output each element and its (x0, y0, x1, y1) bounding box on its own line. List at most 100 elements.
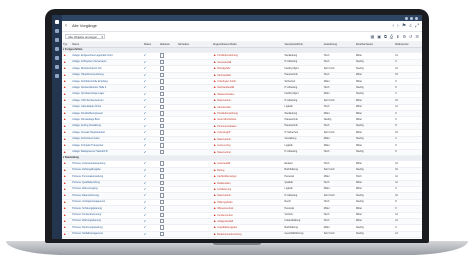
checkbox-icon[interactable] (159, 79, 165, 84)
checkbox-icon[interactable] (159, 225, 165, 230)
risk-label: Stromausfall (217, 73, 231, 77)
checkbox-icon[interactable] (159, 143, 165, 148)
risk-label: Brandgefahr (217, 67, 231, 71)
app-screen: ‹ Alle Vorgänge ‹ › ⚑ ⌕ ⤢ Alle Objekte anzei… (52, 15, 422, 239)
next-icon[interactable]: › (397, 21, 399, 31)
checkbox-icon[interactable] (159, 199, 165, 205)
back-arrow-icon[interactable]: ‹ (65, 21, 67, 31)
home-icon[interactable] (55, 20, 59, 24)
close-icon[interactable] (415, 16, 418, 20)
warning-icon: ▲ (63, 98, 67, 103)
risk-label: Cyberangriff (217, 131, 231, 135)
menu-icon[interactable]: ☰ (415, 33, 419, 40)
risk-label: Datenverlust (217, 137, 231, 141)
settings-icon[interactable]: ⚙ (402, 33, 406, 40)
check-icon: ✔ (143, 59, 147, 64)
checkbox-icon[interactable] (159, 219, 165, 224)
header-toolbar: ‹ › ⚑ ⌕ ⤢ (392, 21, 419, 31)
expand-icon[interactable]: ⤢ (415, 21, 419, 31)
risk-label: Betrug (217, 168, 225, 172)
checkbox-icon[interactable] (159, 59, 165, 65)
check-icon: ✔ (143, 180, 147, 185)
name-cell[interactable]: Prozess: Notfallmanagement (71, 231, 143, 239)
check-icon: ✔ (143, 72, 147, 77)
checkbox-icon[interactable] (159, 212, 165, 218)
copy-icon[interactable]: ⧉ (384, 33, 387, 40)
user-icon[interactable] (55, 56, 59, 60)
warning-icon: ▲ (63, 231, 67, 236)
export-icon[interactable]: ⬇ (396, 33, 399, 40)
search-icon[interactable]: ⌕ (409, 21, 412, 31)
risk-label: Reklamation (217, 181, 231, 185)
print-icon[interactable]: ⎙ (390, 33, 393, 40)
grid-view-icon[interactable]: ▦ (370, 33, 374, 40)
check-icon: ✔ (143, 161, 147, 166)
check-icon: ✔ (143, 212, 147, 217)
risk-label: Datenverlust (217, 99, 231, 103)
check-icon: ✔ (143, 123, 147, 128)
view-filter-select[interactable]: Alle Objekte anzeigen ▾ (65, 33, 105, 39)
checkbox-icon[interactable] (159, 104, 165, 110)
list-icon[interactable] (55, 29, 59, 33)
checkbox-icon[interactable] (159, 66, 165, 71)
checkbox-icon[interactable] (159, 161, 165, 166)
risk-label: Lieferausfall (217, 162, 231, 166)
risk-label: Unbefugter Zutritt (217, 80, 236, 84)
owner-cell: Geschäftsführung (283, 231, 323, 239)
checkbox-icon[interactable] (159, 193, 165, 198)
checkbox-icon[interactable] (159, 206, 165, 211)
minimize-icon[interactable] (405, 16, 408, 20)
checkbox-icon[interactable] (159, 91, 165, 97)
checkbox-icon[interactable] (159, 130, 165, 135)
check-icon: ✔ (143, 53, 147, 58)
prev-icon[interactable]: ‹ (392, 21, 394, 31)
checkbox-icon[interactable] (159, 180, 165, 185)
checkbox-icon[interactable] (159, 149, 165, 154)
checkbox-icon[interactable] (159, 167, 165, 173)
check-icon: ✔ (143, 91, 147, 96)
risk-table: Typ Name Status Aktionen Einheiten Zugeordnet… (62, 42, 422, 239)
risk-label: Kundenverlust (217, 213, 233, 217)
check-icon: ✔ (143, 193, 147, 198)
checkbox-icon[interactable] (159, 111, 165, 116)
settings-icon[interactable] (55, 65, 59, 69)
warning-icon: ▲ (63, 91, 67, 96)
warning-icon: ▲ (63, 85, 67, 90)
checkbox-icon[interactable] (159, 231, 165, 237)
checkbox-icon[interactable] (159, 85, 165, 90)
risk-label: Liquiditätsengpass (217, 226, 238, 230)
check-icon: ✔ (143, 149, 147, 154)
risk-cell[interactable]: ▲ Betriebsunterbrechung (211, 231, 284, 239)
check-icon: ✔ (143, 136, 147, 141)
maximize-icon[interactable] (410, 16, 413, 20)
checkbox-icon[interactable] (159, 117, 165, 122)
check-icon: ✔ (143, 79, 147, 84)
checkbox-icon[interactable] (159, 174, 165, 179)
folder-icon[interactable] (55, 47, 59, 51)
checkbox-icon[interactable] (159, 98, 165, 103)
checkbox-icon[interactable] (159, 72, 165, 78)
actions-cell (158, 231, 178, 239)
refresh-icon[interactable]: ↺ (409, 33, 412, 40)
warning-icon: ▲ (63, 53, 67, 58)
check-icon: ✔ (143, 66, 147, 71)
help-icon[interactable] (55, 74, 59, 78)
card-view-icon[interactable]: ▣ (377, 33, 381, 40)
score-cell: 12 (394, 231, 422, 239)
checkbox-icon[interactable] (159, 53, 165, 58)
chart-icon[interactable] (55, 38, 59, 42)
checkbox-icon[interactable] (159, 123, 165, 129)
warning-icon: ▲ (63, 104, 67, 109)
check-icon: ✔ (143, 117, 147, 122)
risk-label: Personenschaden (217, 124, 237, 128)
warning-icon: ▲ (63, 174, 67, 179)
checkbox-icon[interactable] (159, 187, 165, 192)
table-row[interactable]: ▲ Prozess: Notfallmanagement ✔ ▲ Betriebsun… (62, 231, 422, 239)
warning-icon: ▲ (63, 66, 67, 71)
checkbox-icon[interactable] (159, 136, 165, 142)
risk-label: Wissensverlust (217, 207, 234, 211)
warning-icon: ▲ (63, 161, 67, 166)
flag-icon[interactable]: ⚑ (402, 21, 406, 31)
check-icon: ✔ (143, 231, 147, 236)
risk-table-container: Typ Name Status Aktionen Einheiten Zugeordnet… (62, 42, 422, 239)
